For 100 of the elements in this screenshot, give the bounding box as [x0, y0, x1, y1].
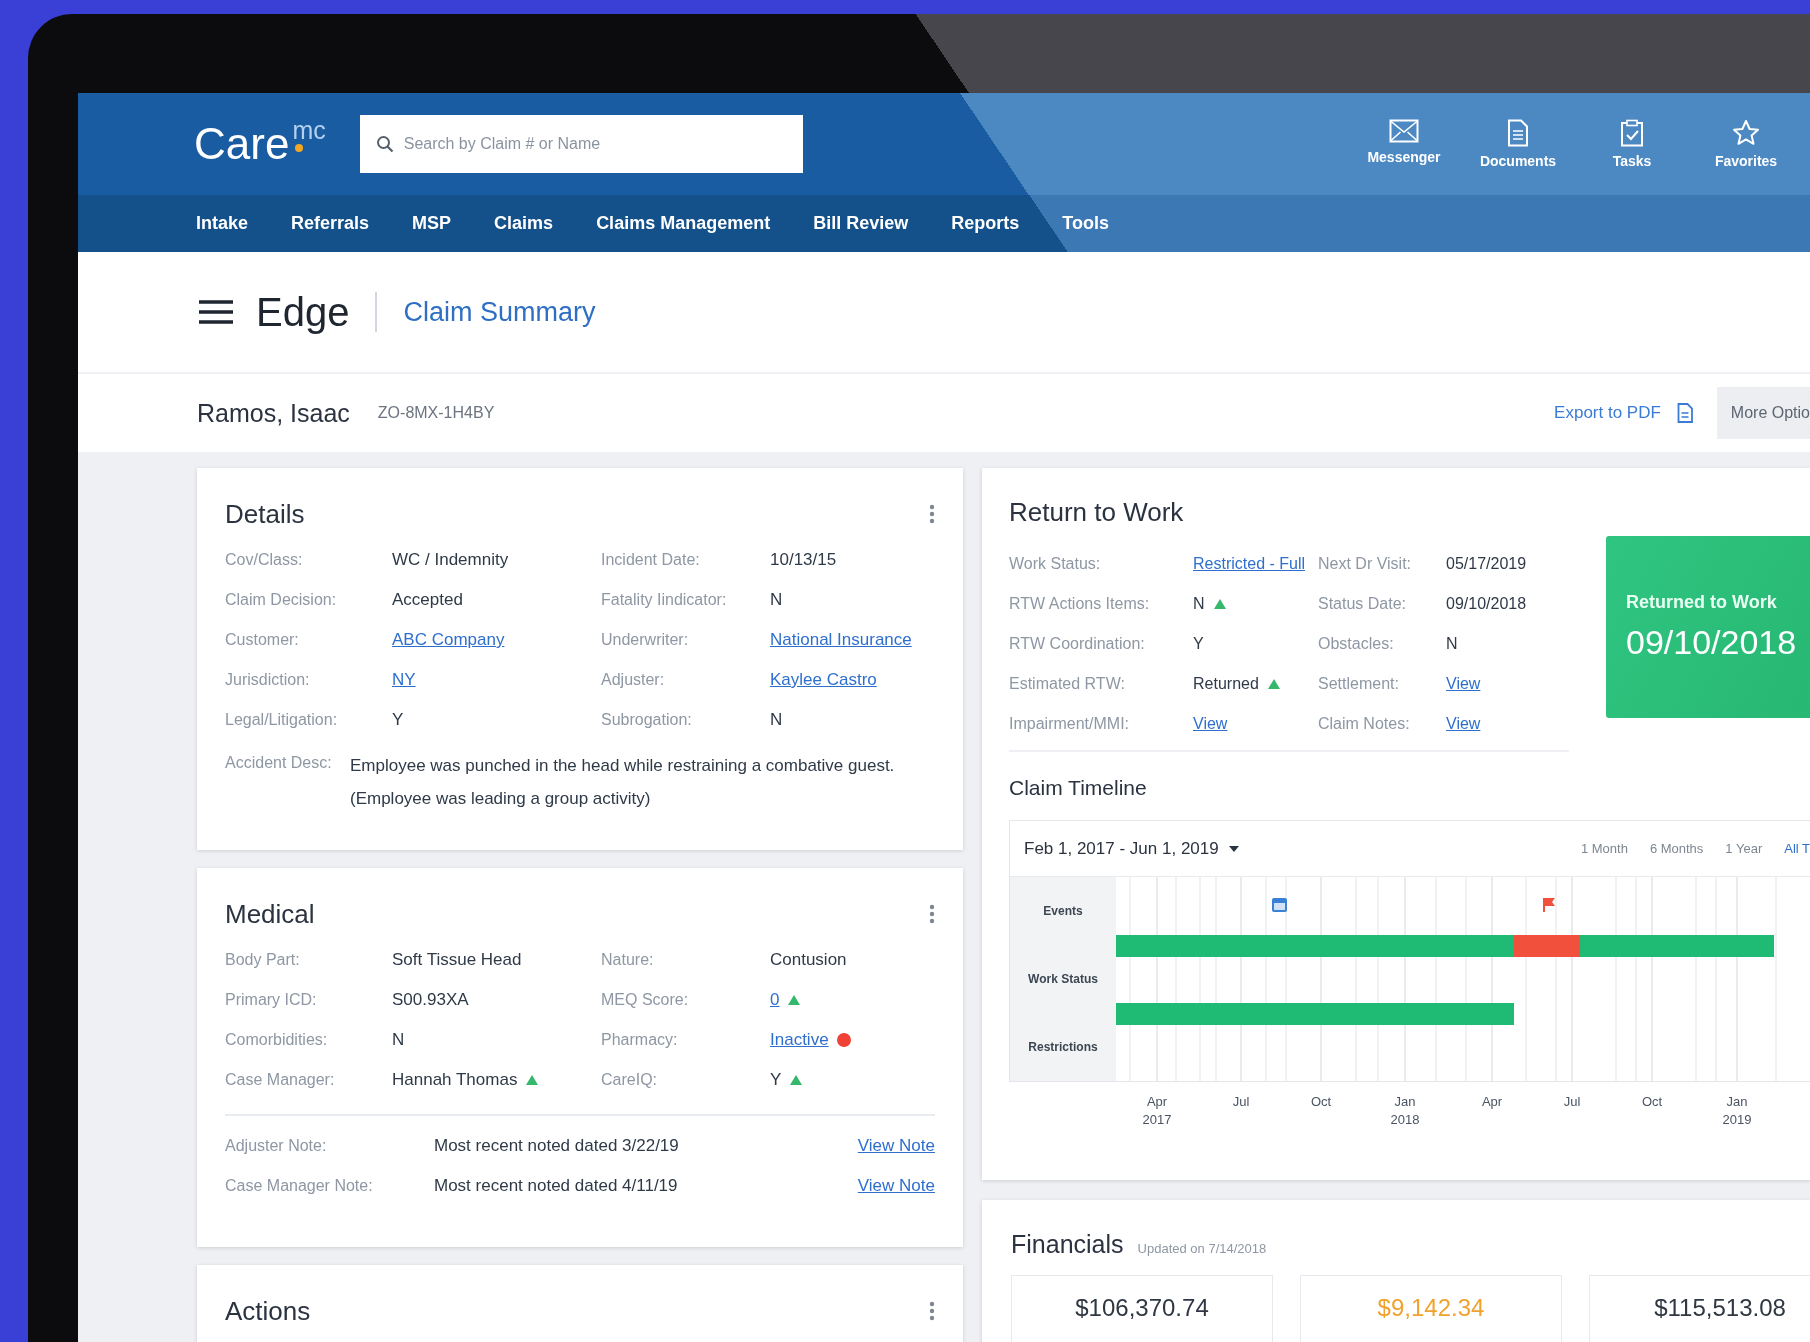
field-link[interactable]: View — [1446, 712, 1587, 736]
field-value: N — [770, 709, 784, 731]
menu-icon[interactable] — [198, 299, 234, 325]
document-icon — [1676, 403, 1693, 423]
row-label: Work Status — [1027, 971, 1099, 988]
field-link[interactable]: Kaylee Castro — [770, 668, 935, 692]
claim-number: ZO-8MX-1H4BY — [377, 404, 495, 422]
nav-link[interactable]: MSP — [412, 213, 452, 234]
more-options-icon[interactable] — [929, 904, 935, 924]
amount-value: $9,142.34 — [1377, 1294, 1485, 1323]
field-link[interactable]: Inactive — [770, 1028, 829, 1052]
updated-note: Updated on 7/14/2018 — [1137, 1241, 1267, 1256]
flag-icon[interactable] — [1543, 897, 1555, 913]
axis-label: Jul — [1232, 1094, 1250, 1109]
field-link[interactable]: Restricted - Full — [1193, 552, 1318, 576]
section-title: Claim Timeline — [1009, 776, 1147, 800]
nav-link[interactable]: Claims — [494, 213, 554, 234]
field-label: Fatality Iindicator: — [601, 590, 728, 610]
star-icon — [1732, 119, 1760, 147]
more-options-icon[interactable] — [929, 504, 935, 524]
field-link[interactable]: View — [1446, 672, 1587, 696]
field-link[interactable]: National Insurance — [770, 628, 935, 652]
axis-label: Oct — [1310, 1094, 1332, 1109]
nav-link[interactable]: Bill Review — [813, 213, 909, 234]
description-text: Employee was punched in the head while restraining a combative guest. (Employee was leading a group activity) — [350, 755, 896, 810]
field-label: Case Manager: — [225, 1070, 336, 1090]
axis-label: Oct — [1641, 1094, 1663, 1109]
nav-link[interactable]: Reports — [951, 213, 1020, 234]
field-value: 10/13/15 — [770, 549, 838, 571]
shortcut-button[interactable]: Documents — [1464, 119, 1572, 169]
field-value: Returned — [1193, 674, 1259, 694]
field-value: Y — [770, 1069, 782, 1091]
card-title: Actions — [225, 1295, 311, 1327]
field-value: Hannah Thomas — [392, 1069, 518, 1091]
field-value: S00.93XA — [392, 989, 470, 1011]
field-link[interactable]: 0 — [770, 988, 780, 1012]
field-label: Work Status: — [1009, 554, 1102, 574]
card-title: Medical — [225, 898, 315, 930]
nav-link[interactable]: Claims Management — [596, 213, 771, 234]
range-tab[interactable]: All T — [1784, 841, 1810, 856]
field-label: Claim Notes: — [1318, 714, 1411, 734]
field-value: WC / Indemnity — [392, 549, 510, 571]
field-link[interactable]: ABC Company — [392, 628, 601, 652]
field-value: N — [392, 1029, 406, 1051]
field-label: Legal/Litigation: — [225, 710, 339, 730]
page-title: Claim Summary — [403, 296, 596, 328]
card-title: Financials — [1011, 1230, 1124, 1259]
field-label: Comorbidities: — [225, 1030, 329, 1050]
field-label: Settlement: — [1318, 674, 1400, 694]
field-label: Pharmacy: — [601, 1030, 679, 1050]
axis-label: Jan 2019 — [1722, 1094, 1752, 1127]
shortcut-button[interactable]: Messenger — [1350, 119, 1458, 169]
field-label: Accident Desc: — [225, 754, 333, 772]
range-tab[interactable]: 1 Month — [1580, 841, 1628, 856]
range-tab[interactable]: 6 Months — [1649, 841, 1704, 856]
field-value: Y — [1193, 634, 1205, 654]
field-label: Body Part: — [225, 950, 301, 970]
view-note-link[interactable]: View Note — [857, 1174, 935, 1198]
search-field[interactable]: Search by Claim # or Name — [359, 115, 803, 173]
logo-superscript: mc — [292, 118, 326, 143]
export-pdf-link[interactable]: Export to PDF — [1554, 403, 1693, 423]
field-label: Claim Decision: — [225, 590, 338, 610]
more-options-icon[interactable] — [929, 1301, 935, 1321]
axis-label: Jan 2018 — [1390, 1094, 1420, 1127]
dot-icon — [295, 144, 304, 152]
claimant-name: Ramos, Isaac — [197, 398, 350, 428]
field-label: Cov/Class: — [225, 550, 304, 570]
range-tab[interactable]: 1 Year — [1725, 841, 1763, 856]
note-text: Most recent noted dated 3/22/19 — [434, 1135, 680, 1157]
shortcut-button[interactable]: Tasks — [1578, 119, 1686, 169]
axis-label: Apr 2017 — [1142, 1094, 1172, 1127]
calendar-icon[interactable] — [1272, 898, 1287, 912]
search-icon — [375, 135, 394, 153]
field-value: Soft Tissue Head — [392, 949, 523, 971]
field-label: Status Date: — [1318, 594, 1408, 614]
field-label: Impairment/MMI: — [1009, 714, 1130, 734]
nav-link[interactable]: Intake — [196, 213, 249, 234]
document-icon — [1507, 119, 1529, 147]
field-value: Y — [392, 709, 405, 731]
field-label: Primary ICD: — [225, 990, 318, 1010]
field-label: RTW Coordination: — [1009, 634, 1146, 654]
amount-value: $115,513.08 — [1654, 1294, 1786, 1323]
field-label: CareIQ: — [601, 1070, 658, 1090]
date-range-dropdown[interactable]: Feb 1, 2017 - Jun 1, 2019 — [1024, 838, 1239, 859]
field-label: Adjuster: — [601, 670, 666, 690]
field-value: 05/17/2019 — [1446, 554, 1528, 574]
field-label: Next Dr Visit: — [1318, 554, 1413, 574]
nav-link[interactable]: Tools — [1062, 213, 1109, 234]
more-options-button[interactable]: More Optio — [1716, 387, 1810, 439]
field-label: RTW Actions Items: — [1009, 594, 1151, 614]
field-link[interactable]: View — [1193, 712, 1318, 736]
view-note-link[interactable]: View Note — [857, 1134, 935, 1158]
field-value: N — [1193, 594, 1205, 614]
card-title: Return to Work — [1009, 497, 1184, 527]
shortcut-button[interactable]: Favorites — [1692, 119, 1800, 169]
nav-link[interactable]: Referrals — [291, 213, 370, 234]
field-link[interactable]: NY — [392, 668, 601, 692]
clipboard-check-icon — [1620, 119, 1644, 147]
row-label: Events — [1042, 903, 1084, 920]
field-label: Estimated RTW: — [1009, 674, 1126, 694]
